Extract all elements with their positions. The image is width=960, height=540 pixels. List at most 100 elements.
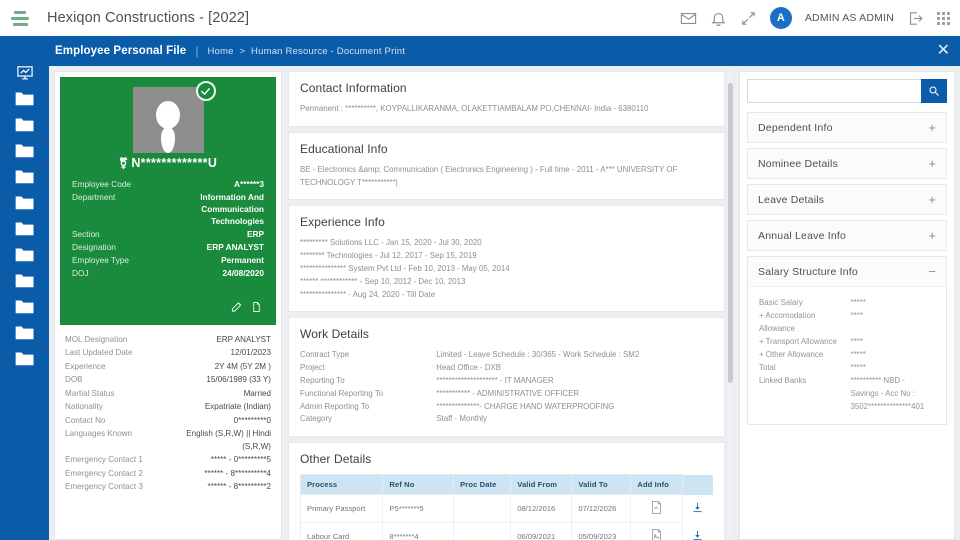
folder-icon[interactable] xyxy=(14,298,36,315)
work-detail-row: Admin Reporting To **************- CHARGE… xyxy=(300,401,713,414)
breadcrumb-separator: > xyxy=(239,45,246,57)
profile-field-value: 24/08/2020 xyxy=(222,268,264,279)
contact-information-panel: Contact Information Permanent : ********… xyxy=(288,71,725,127)
profile-field-value: ERP ANALYST xyxy=(206,242,264,253)
accordion-nominee-details: Nominee Details + xyxy=(747,148,947,179)
folder-icon[interactable] xyxy=(14,220,36,237)
work-label: Admin Reporting To xyxy=(300,401,370,411)
top-bar: Hexiqon Constructions - [2022] A ADMIN A… xyxy=(0,0,960,36)
main-scrollbar-thumb[interactable] xyxy=(728,83,733,383)
salary-label: + Other Allowance xyxy=(759,350,824,360)
profile-field-label: Section xyxy=(72,229,100,240)
download-icon[interactable] xyxy=(692,530,703,540)
profile-field-value: ERP xyxy=(246,229,264,240)
folder-icon[interactable] xyxy=(14,194,36,211)
folder-icon[interactable] xyxy=(14,324,36,341)
list-item: Contact No 0*********0 xyxy=(65,414,271,428)
download-icon[interactable] xyxy=(692,502,703,513)
bell-icon[interactable] xyxy=(710,10,727,27)
profile-field-row: Employee Code A******3 xyxy=(72,178,264,190)
apps-grid-icon[interactable] xyxy=(937,11,950,25)
folder-icon[interactable] xyxy=(14,142,36,159)
accordion-header[interactable]: Salary Structure Info − xyxy=(748,257,946,286)
cell-proc-date xyxy=(453,494,512,524)
education-line: BE - Electronics &amp; Communication ( E… xyxy=(300,164,678,187)
breadcrumb-bar: Employee Personal File | Home > Human Re… xyxy=(0,36,960,66)
work-detail-row: Category Staff - Monthly xyxy=(300,413,713,426)
expand-icon[interactable] xyxy=(740,10,757,27)
salary-value: ***** xyxy=(850,363,866,373)
profile-field-value: Permanent xyxy=(221,255,264,266)
work-label: Reporting To xyxy=(300,375,345,385)
main-scrollbar[interactable] xyxy=(728,73,733,538)
work-value: Limited - Leave Schedule : 30/365 - Work… xyxy=(436,350,640,360)
folder-icon[interactable] xyxy=(14,90,36,107)
document-icon[interactable] xyxy=(251,301,262,313)
info-value: 15/06/1989 (33 Y) xyxy=(206,375,271,385)
cell-proc-date xyxy=(453,522,512,540)
salary-row: Total ***** xyxy=(759,361,935,374)
folder-icon[interactable] xyxy=(14,350,36,367)
page-title: Employee Personal File xyxy=(55,45,187,57)
breadcrumb-home[interactable]: Home xyxy=(207,46,233,57)
info-label: Contact No xyxy=(65,415,106,425)
salary-label: Total xyxy=(759,363,776,373)
work-detail-row: Contract Type Limited - Leave Schedule : … xyxy=(300,349,713,362)
table-row[interactable]: Primary Passport P5*******5 08/12/2016 0… xyxy=(299,494,713,524)
column-header-add-info: Add Info xyxy=(630,474,683,496)
close-icon[interactable]: ✕ xyxy=(937,43,950,59)
info-value: 12/01/2023 xyxy=(230,348,271,358)
collapse-minus-icon[interactable]: − xyxy=(928,265,936,278)
accordion-header[interactable]: Dependent Info + xyxy=(748,113,946,142)
cell-ref-no: P5*******5 xyxy=(382,494,455,524)
edit-icon[interactable] xyxy=(231,301,242,313)
accordion-header[interactable]: Nominee Details + xyxy=(748,149,946,178)
info-value: ERP ANALYST xyxy=(216,334,271,344)
pdf-icon[interactable] xyxy=(651,501,662,514)
folder-icon[interactable] xyxy=(14,116,36,133)
table-row[interactable]: Labour Card 8*******4 06/09/2021 05/09/2… xyxy=(299,522,713,540)
accordion-title: Dependent Info xyxy=(758,121,833,134)
salary-value: ***** xyxy=(850,298,866,307)
dashboard-icon[interactable] xyxy=(14,64,36,81)
menu-hamburger-icon[interactable] xyxy=(0,0,36,36)
search-button[interactable] xyxy=(921,79,947,103)
logout-icon[interactable] xyxy=(907,10,924,27)
list-item: Nationality Expatriate (Indian) xyxy=(65,401,271,415)
expand-plus-icon[interactable]: + xyxy=(928,121,936,134)
avatar[interactable]: A xyxy=(769,7,792,29)
work-label: Contract Type xyxy=(300,350,349,360)
cell-valid-from: 06/09/2021 xyxy=(510,522,573,540)
profile-field-label: Employee Code xyxy=(72,179,132,189)
list-item: MOL Designation ERP ANALYST xyxy=(65,333,271,347)
expand-plus-icon[interactable]: + xyxy=(928,193,936,206)
mail-icon[interactable] xyxy=(680,10,697,27)
folder-icon[interactable] xyxy=(14,168,36,185)
image-doc-icon[interactable] xyxy=(651,529,662,540)
accordion-header[interactable]: Leave Details + xyxy=(748,185,946,214)
info-label: MOL Designation xyxy=(65,334,128,344)
employee-name-text: N*************U xyxy=(131,156,218,170)
accordion-salary-structure-info: Salary Structure Info − Basic Salary ****… xyxy=(747,256,947,426)
cell-download xyxy=(683,523,713,540)
experience-line: *************** System Pvt Ltd - Feb 10,… xyxy=(300,263,510,273)
column-header-valid-from: Valid From xyxy=(510,474,573,496)
accordion-title: Annual Leave Info xyxy=(758,229,847,242)
work-label: Project xyxy=(300,363,325,373)
info-label: Emergency Contact 1 xyxy=(65,455,143,465)
salary-value: **** xyxy=(850,337,863,347)
list-item: Languages Known English (S,R,W) || Hindi … xyxy=(65,428,271,454)
salary-row: + Other Allowance ***** xyxy=(759,348,935,361)
column-header-ref-no: Ref No xyxy=(382,474,455,496)
work-label: Functional Reporting To xyxy=(300,388,384,398)
folder-icon[interactable] xyxy=(14,246,36,263)
folder-icon[interactable] xyxy=(14,272,36,289)
accordion-header[interactable]: Annual Leave Info + xyxy=(748,221,946,250)
expand-plus-icon[interactable]: + xyxy=(928,229,936,242)
right-panel-column: Dependent Info + Nominee Details + Leave… xyxy=(739,71,955,540)
expand-plus-icon[interactable]: + xyxy=(928,157,936,170)
search-input[interactable] xyxy=(747,79,921,103)
profile-photo-wrapper xyxy=(132,81,216,153)
top-bar-actions: A ADMIN AS ADMIN xyxy=(680,7,960,29)
cell-process: Labour Card xyxy=(299,522,384,540)
